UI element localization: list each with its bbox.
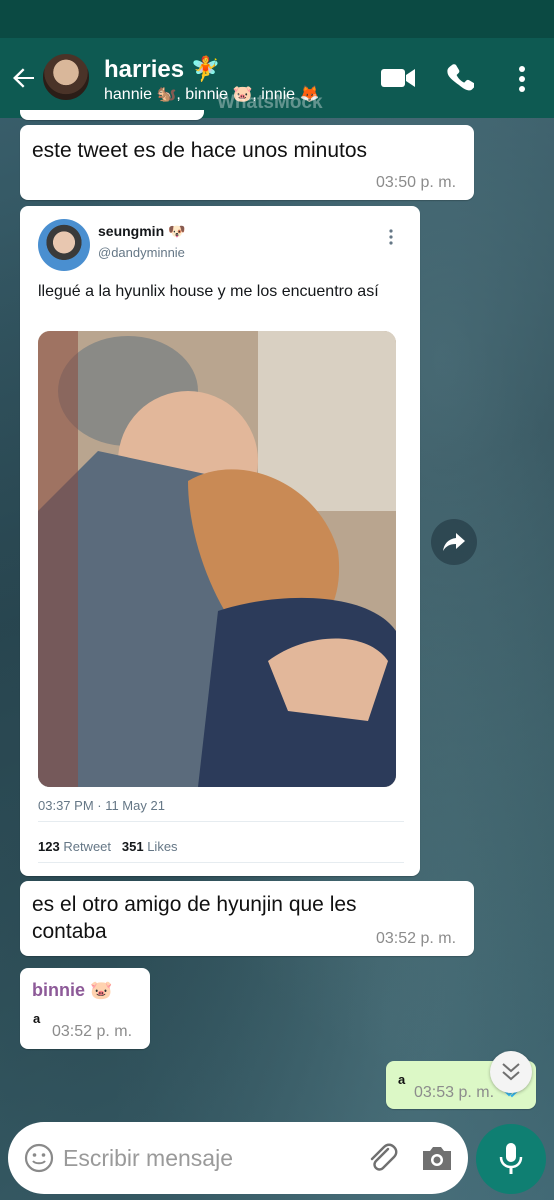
scroll-to-bottom-button[interactable] bbox=[490, 1051, 532, 1093]
retweet-label: Retweet bbox=[63, 839, 112, 854]
tweet-photo bbox=[38, 331, 396, 787]
message-time: 03:50 p. m. bbox=[376, 174, 457, 191]
message-bubble[interactable]: binnie 🐷 a 03:52 p. m. bbox=[20, 968, 150, 1049]
message-text: a bbox=[398, 1072, 406, 1087]
forward-button[interactable] bbox=[431, 519, 477, 565]
message-text: este tweet es de hace unos minutos bbox=[32, 139, 368, 162]
message-time: 03:52 p. m. bbox=[52, 1023, 133, 1040]
watermark: WhatsMock bbox=[217, 92, 323, 113]
like-count: 351 bbox=[121, 839, 144, 854]
tweet-stats: 123 Retweet 351 Likes bbox=[38, 839, 178, 854]
camera-icon[interactable] bbox=[420, 1143, 454, 1173]
emoji-icon[interactable] bbox=[24, 1143, 54, 1173]
video-call-icon[interactable] bbox=[380, 64, 416, 92]
more-options-icon[interactable] bbox=[512, 64, 532, 94]
tweet-author-avatar bbox=[38, 219, 90, 271]
tweet-divider bbox=[38, 862, 404, 863]
sender-name[interactable]: binnie 🐷 bbox=[32, 980, 112, 1001]
message-bubble[interactable]: este tweet es de hace unos minutos 03:50… bbox=[20, 125, 474, 200]
tweet-more-icon bbox=[389, 229, 393, 245]
tweet-divider bbox=[38, 821, 404, 822]
tweet-text: llegué a la hyunlix house y me los encue… bbox=[38, 283, 379, 300]
tweet-image-message[interactable]: seungmin 🐶 @dandyminnie llegué a la hyun… bbox=[20, 206, 420, 876]
status-bar bbox=[0, 0, 554, 38]
like-label: Likes bbox=[147, 839, 178, 854]
phone-call-icon[interactable] bbox=[446, 63, 474, 93]
message-bubble[interactable]: es el otro amigo de hyunjin que les cont… bbox=[20, 881, 474, 956]
back-arrow-icon[interactable] bbox=[10, 64, 38, 92]
microphone-button[interactable] bbox=[476, 1124, 546, 1194]
tweet-timestamp: 03:37 PM · 11 May 21 bbox=[38, 798, 165, 813]
tweet-author-handle: @dandyminnie bbox=[98, 245, 185, 260]
message-text: es el otro amigo de hyunjin que les cont… bbox=[32, 893, 357, 943]
forward-icon bbox=[443, 533, 465, 551]
message-input[interactable]: Escribir mensaje bbox=[63, 1145, 233, 1172]
message-text: a bbox=[33, 1011, 41, 1026]
chevron-double-down-icon bbox=[502, 1063, 520, 1081]
paperclip-icon[interactable] bbox=[366, 1141, 398, 1175]
contact-avatar[interactable] bbox=[42, 53, 90, 101]
chat-title[interactable]: harries 🧚 bbox=[104, 55, 221, 84]
retweet-count: 123 bbox=[38, 839, 60, 854]
microphone-icon bbox=[499, 1143, 523, 1174]
tweet-author-name: seungmin 🐶 bbox=[98, 223, 186, 239]
message-time: 03:53 p. m. bbox=[414, 1084, 495, 1101]
previous-message-bubble bbox=[20, 110, 204, 120]
message-time: 03:52 p. m. bbox=[376, 930, 457, 947]
